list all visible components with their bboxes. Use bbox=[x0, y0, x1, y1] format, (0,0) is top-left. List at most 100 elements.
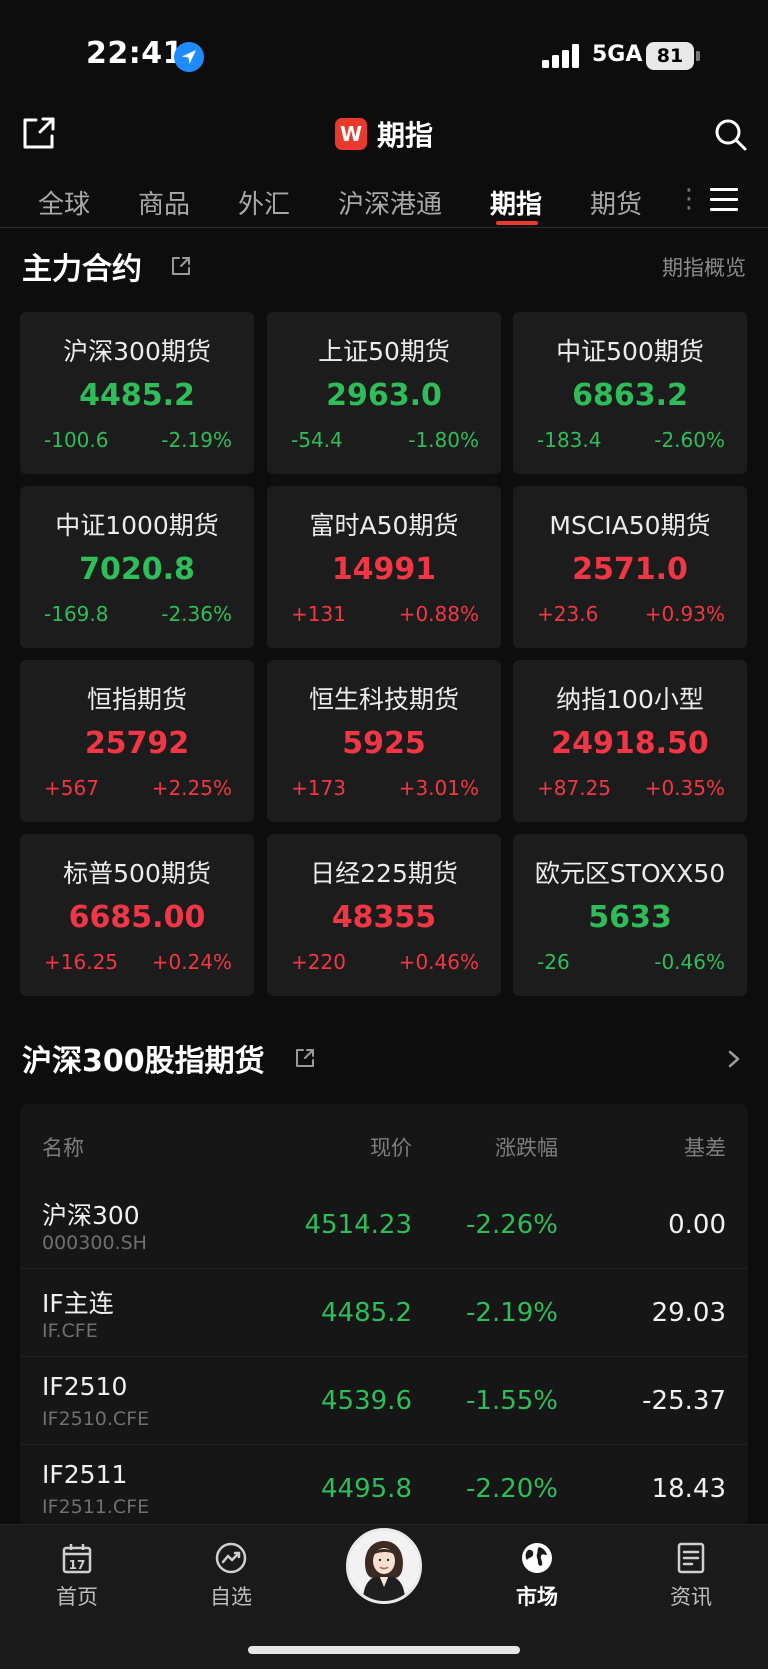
tabs-overflow-fade: ⋮ bbox=[676, 184, 702, 214]
brand-logo: W bbox=[334, 118, 367, 150]
contract-card[interactable]: 恒生科技期货 5925 +173 +3.01% bbox=[267, 660, 501, 822]
row-change-pct: -2.20% bbox=[466, 1474, 558, 1504]
index-overview-link[interactable]: 期指概览 bbox=[662, 252, 746, 282]
contract-price: 24918.50 bbox=[551, 726, 709, 761]
column-header-change-pct[interactable]: 涨跌幅 bbox=[495, 1132, 558, 1162]
row-divider bbox=[20, 1268, 748, 1269]
app-header: W 期指 bbox=[0, 100, 768, 172]
tab-stock-connect[interactable]: 沪深港通 bbox=[338, 184, 442, 221]
row-basis: 29.03 bbox=[651, 1298, 726, 1328]
nav-label: 首页 bbox=[56, 1585, 98, 1609]
contract-card[interactable]: 中证500期货 6863.2 -183.4 -2.60% bbox=[513, 312, 747, 474]
cellular-signal-icon bbox=[542, 44, 582, 68]
chevron-right-icon[interactable] bbox=[726, 1050, 742, 1068]
contract-change-pct: -1.80% bbox=[408, 428, 479, 452]
contract-price: 14991 bbox=[331, 552, 437, 587]
row-divider bbox=[20, 1356, 748, 1357]
contract-change-pct: +2.25% bbox=[151, 776, 232, 800]
contract-price: 2963.0 bbox=[326, 378, 442, 413]
app-screen: 22:41 5GA 81 W 期指 全球 商品 外汇 沪深港通 期指 期货 ⋮ … bbox=[0, 0, 768, 1669]
row-change-pct: -1.55% bbox=[466, 1386, 558, 1416]
table-row[interactable]: IF主连 IF.CFE 4485.2 -2.19% 29.03 bbox=[20, 1268, 748, 1356]
row-code: IF.CFE bbox=[42, 1320, 98, 1342]
contract-name: 恒指期货 bbox=[86, 685, 187, 714]
column-header-basis[interactable]: 基差 bbox=[684, 1132, 726, 1162]
contract-change: +87.25 bbox=[537, 776, 612, 800]
row-code: 000300.SH bbox=[42, 1232, 147, 1254]
contract-price: 6685.00 bbox=[68, 900, 206, 935]
contract-name: 上证50期货 bbox=[318, 337, 450, 366]
contract-change: +173 bbox=[291, 776, 346, 800]
location-arrow-icon bbox=[174, 42, 204, 72]
contract-change-pct: -2.19% bbox=[161, 428, 232, 452]
nav-item-watchlist[interactable]: 自选 bbox=[186, 1541, 276, 1611]
battery-icon: 81 bbox=[646, 42, 694, 70]
column-header-price[interactable]: 现价 bbox=[370, 1132, 412, 1162]
nav-label: 资讯 bbox=[670, 1585, 712, 1609]
contract-name: 恒生科技期货 bbox=[308, 685, 459, 714]
battery-tip bbox=[696, 51, 700, 61]
contract-name: 中证500期货 bbox=[556, 337, 704, 366]
external-link-icon[interactable] bbox=[294, 1047, 316, 1069]
contract-card[interactable]: 恒指期货 25792 +567 +2.25% bbox=[20, 660, 254, 822]
table-row[interactable]: IF2510 IF2510.CFE 4539.6 -1.55% -25.37 bbox=[20, 1356, 748, 1444]
section-title-hs300-futures[interactable]: 沪深300股指期货 bbox=[22, 1036, 265, 1080]
row-name: IF2511 bbox=[42, 1460, 128, 1489]
contract-card[interactable]: 日经225期货 48355 +220 +0.46% bbox=[267, 834, 501, 996]
contract-price: 7020.8 bbox=[79, 552, 195, 587]
tab-index-futures[interactable]: 期指 bbox=[490, 184, 542, 221]
row-price: 4495.8 bbox=[321, 1474, 412, 1504]
contract-change-pct: +0.88% bbox=[398, 602, 479, 626]
contract-change-pct: +3.01% bbox=[398, 776, 479, 800]
contract-card[interactable]: 纳指100小型 24918.50 +87.25 +0.35% bbox=[513, 660, 747, 822]
contract-card[interactable]: 富时A50期货 14991 +131 +0.88% bbox=[267, 486, 501, 648]
row-code: IF2511.CFE bbox=[42, 1496, 150, 1518]
contract-name: 纳指100小型 bbox=[556, 685, 704, 714]
row-name: IF2510 bbox=[42, 1372, 128, 1401]
contract-card[interactable]: MSCIA50期货 2571.0 +23.6 +0.93% bbox=[513, 486, 747, 648]
news-icon bbox=[677, 1542, 705, 1574]
tab-commodities[interactable]: 商品 bbox=[138, 184, 190, 221]
contract-card[interactable]: 上证50期货 2963.0 -54.4 -1.80% bbox=[267, 312, 501, 474]
row-basis: -25.37 bbox=[642, 1386, 726, 1416]
category-tabs: 全球 商品 外汇 沪深港通 期指 期货 ⋮ bbox=[0, 176, 768, 228]
active-tab-indicator bbox=[496, 221, 538, 225]
nav-item-market[interactable]: 市场 bbox=[492, 1541, 582, 1611]
table-row[interactable]: 沪深300 000300.SH 4514.23 -2.26% 0.00 bbox=[20, 1180, 748, 1268]
contract-name: 标普500期货 bbox=[63, 859, 211, 888]
hs300-futures-table: 名称 现价 涨跌幅 基差 沪深300 000300.SH 4514.23 -2.… bbox=[20, 1104, 748, 1524]
contract-name: 富时A50期货 bbox=[309, 511, 459, 540]
contract-change: +16.25 bbox=[44, 950, 119, 974]
nav-item-home[interactable]: 17 首页 bbox=[32, 1541, 122, 1611]
row-name: 沪深300 bbox=[42, 1201, 140, 1230]
column-header-name: 名称 bbox=[42, 1136, 84, 1160]
contract-card[interactable]: 欧元区STOXX50 5633 -26 -0.46% bbox=[513, 834, 747, 996]
row-name: IF主连 bbox=[42, 1289, 114, 1318]
page-title: 期指 bbox=[376, 119, 433, 152]
tab-forex[interactable]: 外汇 bbox=[238, 184, 290, 221]
nav-item-news[interactable]: 资讯 bbox=[646, 1541, 736, 1611]
menu-icon[interactable] bbox=[710, 188, 738, 212]
search-icon[interactable] bbox=[712, 116, 748, 152]
assistant-avatar[interactable] bbox=[346, 1528, 422, 1604]
calendar-icon: 17 bbox=[62, 1544, 92, 1574]
tab-futures[interactable]: 期货 bbox=[590, 184, 642, 221]
contract-price: 25792 bbox=[84, 726, 190, 761]
table-row[interactable]: IF2511 IF2511.CFE 4495.8 -2.20% 18.43 bbox=[20, 1444, 748, 1524]
contract-name: 欧元区STOXX50 bbox=[534, 859, 726, 888]
tab-global[interactable]: 全球 bbox=[38, 184, 90, 221]
contract-price: 4485.2 bbox=[79, 378, 195, 413]
contract-price: 6863.2 bbox=[572, 378, 688, 413]
contract-card[interactable]: 沪深300期货 4485.2 -100.6 -2.19% bbox=[20, 312, 254, 474]
status-time: 22:41 bbox=[86, 36, 184, 71]
contract-change: +131 bbox=[291, 602, 346, 626]
row-divider bbox=[20, 1444, 748, 1445]
contract-card[interactable]: 中证1000期货 7020.8 -169.8 -2.36% bbox=[20, 486, 254, 648]
row-code: IF2510.CFE bbox=[42, 1408, 150, 1430]
nav-label: 市场 bbox=[516, 1585, 558, 1609]
contract-card[interactable]: 标普500期货 6685.00 +16.25 +0.24% bbox=[20, 834, 254, 996]
network-type: 5GA bbox=[592, 42, 643, 67]
header-title-group: W 期指 bbox=[0, 114, 768, 154]
external-link-icon[interactable] bbox=[170, 255, 192, 277]
home-indicator bbox=[248, 1646, 520, 1654]
